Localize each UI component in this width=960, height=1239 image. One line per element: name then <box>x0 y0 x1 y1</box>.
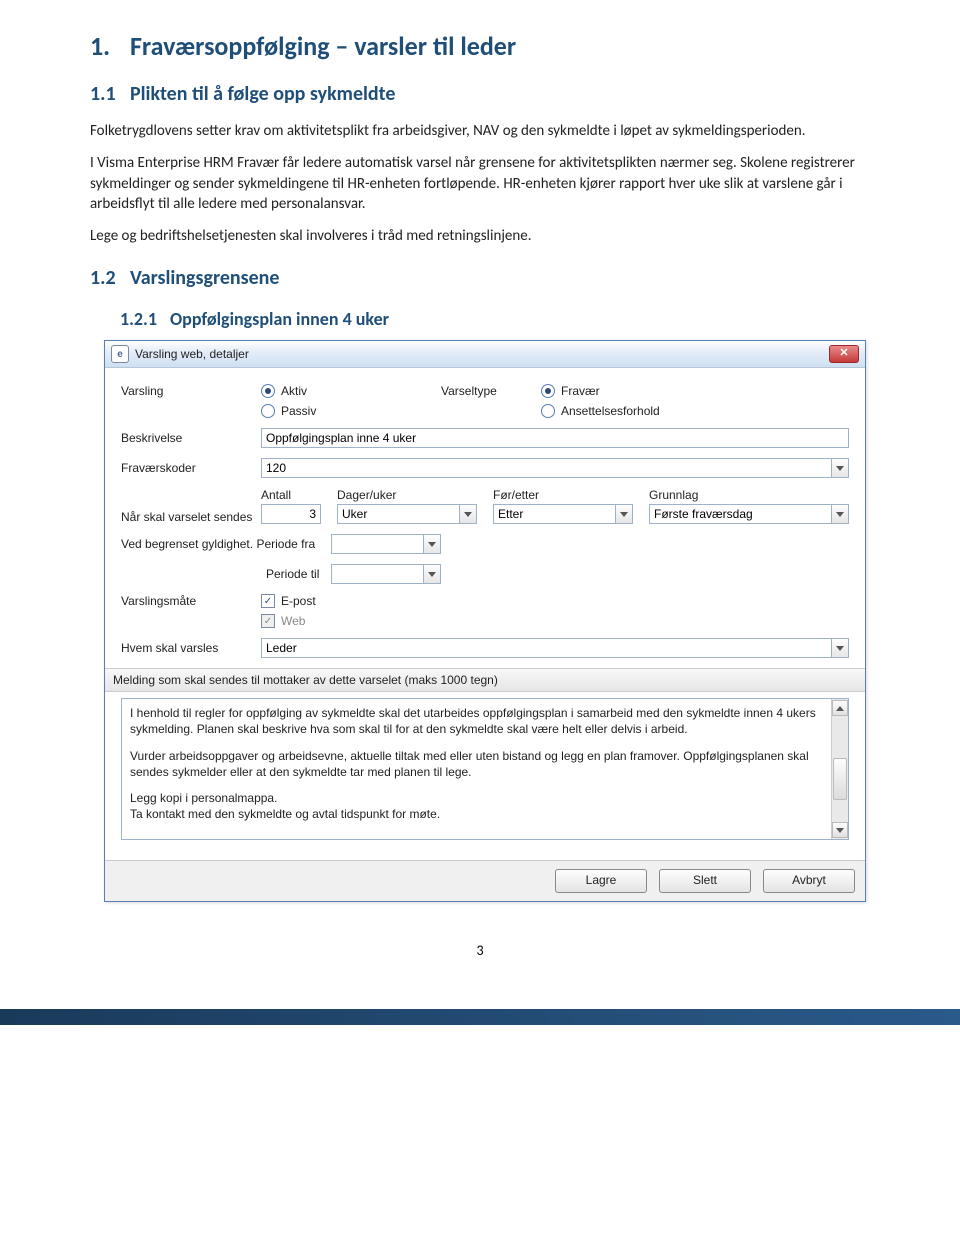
dialog-window: e Varsling web, detaljer ✕ Varsling Akti… <box>104 340 866 902</box>
dropdown-button[interactable] <box>831 638 849 658</box>
label-beskrivelse: Beskrivelse <box>121 431 261 445</box>
heading-1: 1.Fraværsoppfølging – varsler til leder <box>90 30 870 62</box>
radio-dot-icon <box>541 404 555 418</box>
h4-number: 1.2.1 <box>120 308 170 330</box>
dageruker-select[interactable] <box>337 504 459 524</box>
h3-text: Varslingsgrensene <box>130 266 279 290</box>
paragraph-3: Lege og bedriftshelsetjenesten skal invo… <box>90 226 870 246</box>
melding-p1: I henhold til regler for oppfølging av s… <box>130 705 823 737</box>
scroll-up-button[interactable] <box>832 700 848 716</box>
radio-fravaer-label: Fravær <box>561 384 600 398</box>
radio-aktiv-label: Aktiv <box>281 384 307 398</box>
dropdown-button[interactable] <box>423 564 441 584</box>
heading-3: 1.2.1Oppfølgingsplan innen 4 uker <box>120 308 870 330</box>
app-icon: e <box>111 345 129 363</box>
hvem-select[interactable] <box>261 638 831 658</box>
label-periode-til: Periode til <box>266 567 331 581</box>
h3-number: 1.2 <box>90 266 130 290</box>
check-epost-label: E-post <box>281 594 316 608</box>
dropdown-button[interactable] <box>423 534 441 554</box>
check-web-label: Web <box>281 614 305 628</box>
melding-section-header: Melding som skal sendes til mottaker av … <box>105 668 865 692</box>
checkbox-epost[interactable]: ✓ E-post <box>261 594 316 608</box>
col-foretter: Før/etter <box>493 488 633 504</box>
foretter-select[interactable] <box>493 504 615 524</box>
radio-dot-icon <box>261 404 275 418</box>
radio-ansettelse-label: Ansettelsesforhold <box>561 404 660 418</box>
titlebar: e Varsling web, detaljer ✕ <box>105 341 865 368</box>
melding-p3: Legg kopi i personalmappa. <box>130 790 823 806</box>
label-varslingsmaate: Varslingsmåte <box>121 594 261 608</box>
melding-textarea[interactable]: I henhold til regler for oppfølging av s… <box>121 698 849 840</box>
radio-ansettelse[interactable]: Ansettelsesforhold <box>541 404 721 418</box>
antall-input[interactable] <box>261 504 321 524</box>
col-grunnlag: Grunnlag <box>649 488 849 504</box>
melding-p2: Vurder arbeidsoppgaver og arbeidsevne, a… <box>130 748 823 780</box>
h2-text: Plikten til å følge opp sykmeldte <box>130 82 395 106</box>
checkbox-icon: ✓ <box>261 594 275 608</box>
dialog-body: Varsling Aktiv Passiv Varseltype Fr <box>105 368 865 860</box>
label-fravaerskoder: Fraværskoder <box>121 461 261 475</box>
dropdown-button[interactable] <box>831 504 849 524</box>
radio-passiv-label: Passiv <box>281 404 316 418</box>
label-periode-fra: Ved begrenset gyldighet. Periode fra <box>121 537 331 551</box>
h1-number: 1. <box>90 30 130 62</box>
grunnlag-select[interactable] <box>649 504 831 524</box>
lagre-button[interactable]: Lagre <box>555 869 647 893</box>
beskrivelse-input[interactable] <box>261 428 849 448</box>
radio-fravaer[interactable]: Fravær <box>541 384 721 398</box>
dialog-title: Varsling web, detaljer <box>135 347 249 361</box>
close-button[interactable]: ✕ <box>829 345 859 363</box>
footer-bar <box>0 1009 960 1025</box>
page-number: 3 <box>90 942 870 959</box>
heading-2: 1.1Plikten til å følge opp sykmeldte <box>90 82 870 106</box>
slett-button[interactable]: Slett <box>659 869 751 893</box>
melding-p4: Ta kontakt med den sykmeldte og avtal ti… <box>130 806 823 822</box>
scrollbar[interactable] <box>831 699 848 839</box>
button-bar: Lagre Slett Avbryt <box>105 860 865 901</box>
periode-fra-input[interactable] <box>331 534 423 554</box>
checkbox-icon: ✓ <box>261 614 275 628</box>
col-dageruker: Dager/uker <box>337 488 477 504</box>
h2-number: 1.1 <box>90 82 130 106</box>
heading-2b: 1.2Varslingsgrensene <box>90 266 870 290</box>
label-varsling: Varsling <box>121 384 261 398</box>
scroll-thumb[interactable] <box>833 758 847 800</box>
avbryt-button[interactable]: Avbryt <box>763 869 855 893</box>
paragraph-1: Folketrygdlovens setter krav om aktivite… <box>90 121 870 141</box>
dropdown-button[interactable] <box>831 458 849 478</box>
dropdown-button[interactable] <box>459 504 477 524</box>
radio-dot-icon <box>261 384 275 398</box>
fravaerskoder-input[interactable] <box>261 458 831 478</box>
radio-passiv[interactable]: Passiv <box>261 404 441 418</box>
periode-til-input[interactable] <box>331 564 423 584</box>
label-varseltype: Varseltype <box>441 384 541 398</box>
col-antall: Antall <box>261 488 321 504</box>
radio-aktiv[interactable]: Aktiv <box>261 384 441 398</box>
h1-text: Fraværsoppfølging – varsler til leder <box>130 30 516 62</box>
label-hvem: Hvem skal varsles <box>121 641 261 655</box>
dropdown-button[interactable] <box>615 504 633 524</box>
label-naar: Når skal varselet sendes <box>121 510 261 524</box>
scroll-down-button[interactable] <box>832 822 848 838</box>
paragraph-2: I Visma Enterprise HRM Fravær får ledere… <box>90 153 870 214</box>
checkbox-web: ✓ Web <box>261 614 316 628</box>
h4-text: Oppfølgingsplan innen 4 uker <box>170 308 389 330</box>
radio-dot-icon <box>541 384 555 398</box>
